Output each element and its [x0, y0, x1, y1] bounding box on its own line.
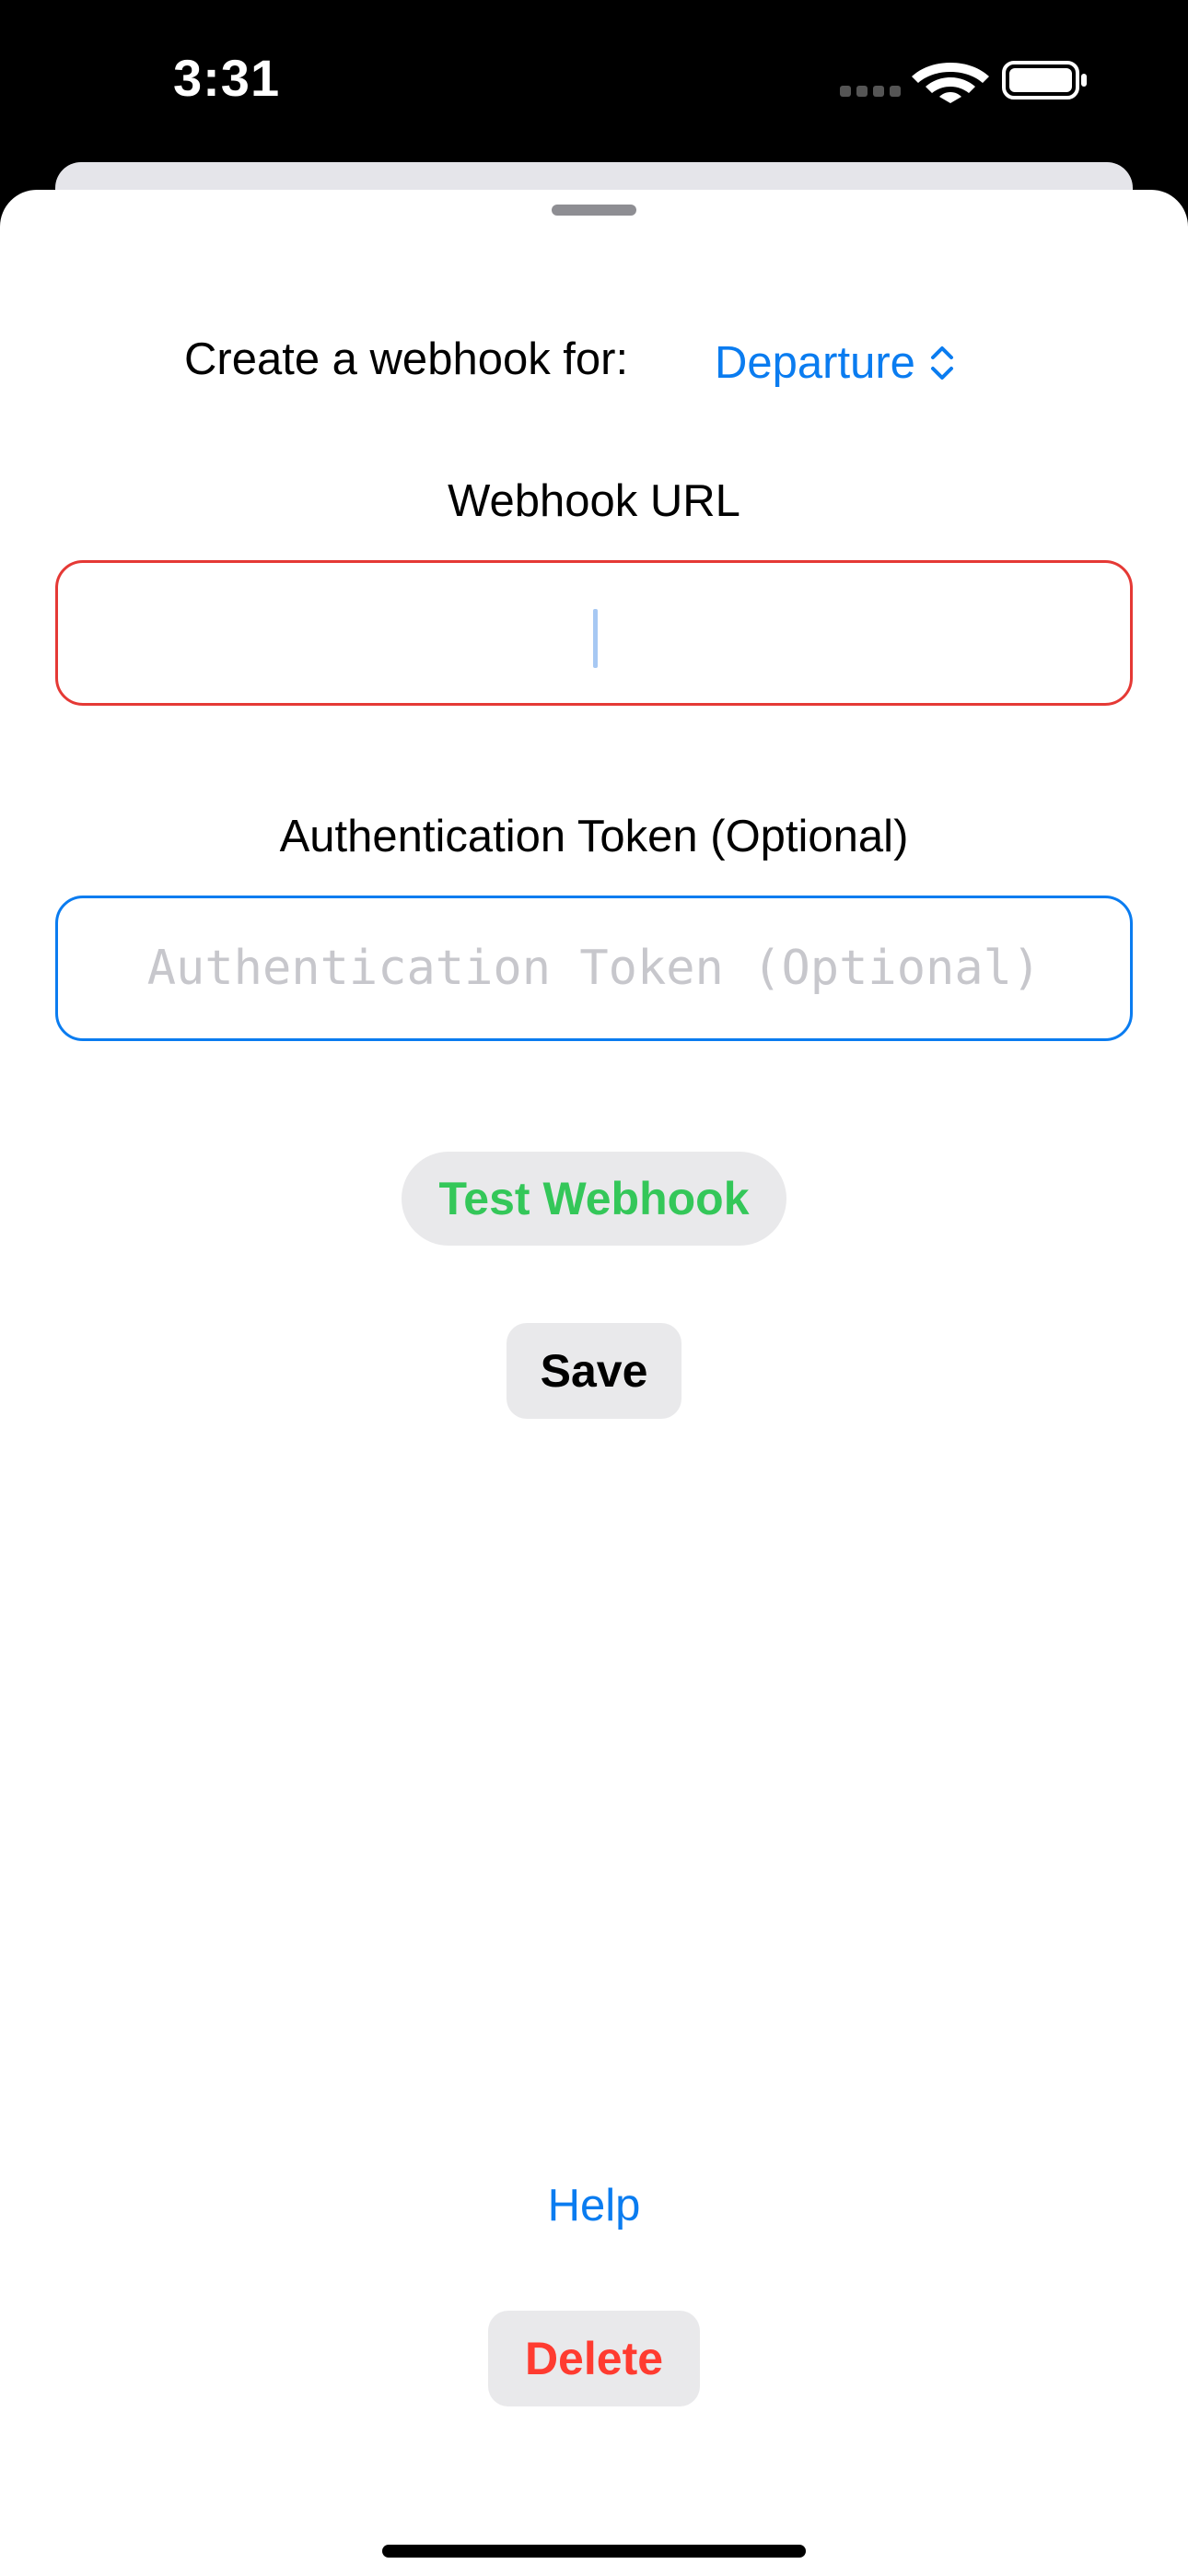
auth-token-field[interactable] — [55, 896, 1133, 1041]
webhook-sheet: Create a webhook for: Departure Webhook … — [0, 190, 1188, 2576]
text-cursor — [593, 609, 598, 668]
status-bar: 3:31 — [0, 0, 1188, 184]
save-button[interactable]: Save — [507, 1323, 681, 1419]
test-webhook-button[interactable]: Test Webhook — [402, 1152, 786, 1246]
sheet-grabber[interactable] — [552, 205, 636, 216]
webhook-event-row: Create a webhook for: Departure — [0, 326, 1188, 400]
webhook-url-field[interactable] — [55, 560, 1133, 706]
auth-token-label: Authentication Token (Optional) — [279, 812, 909, 861]
battery-icon — [1002, 61, 1087, 100]
webhook-url-label: Webhook URL — [448, 476, 740, 526]
status-icons — [840, 61, 1087, 103]
delete-button[interactable]: Delete — [488, 2311, 700, 2406]
signal-dots-icon — [840, 86, 901, 97]
home-indicator — [382, 2545, 806, 2558]
auth-token-input[interactable] — [58, 898, 1130, 1038]
help-link[interactable]: Help — [0, 2180, 1188, 2231]
wifi-icon — [912, 63, 989, 103]
webhook-for-label: Create a webhook for: — [184, 334, 629, 384]
event-picker-value: Departure — [715, 338, 915, 388]
chevron-up-down-icon — [930, 346, 953, 380]
event-picker[interactable]: Departure — [715, 326, 956, 400]
status-time: 3:31 — [173, 49, 281, 107]
